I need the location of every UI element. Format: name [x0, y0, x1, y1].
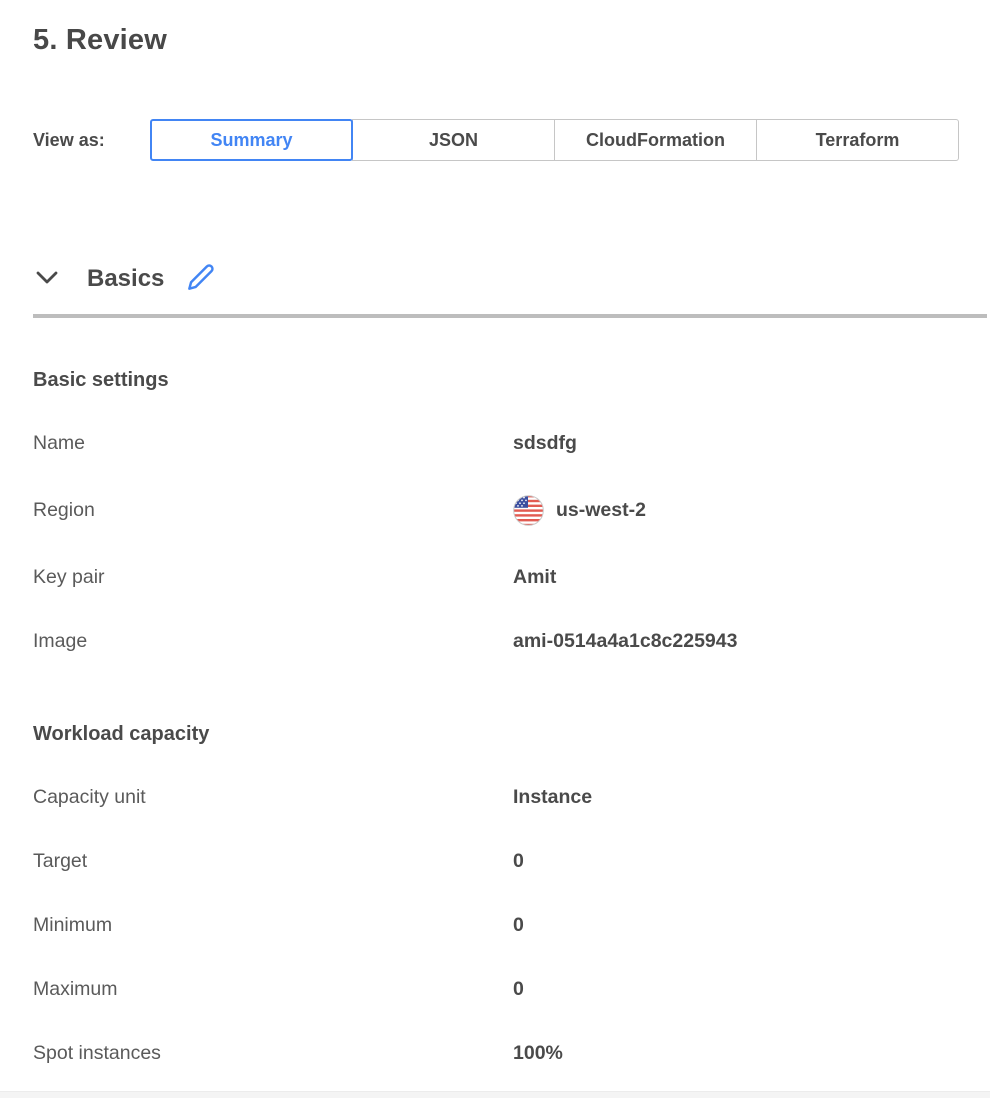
next-section-divider	[0, 1091, 990, 1098]
group-title-basic-settings: Basic settings	[33, 369, 990, 392]
row-minimum: Minimum 0	[33, 913, 990, 938]
row-image: Image ami-0514a4a1c8c225943	[33, 629, 990, 654]
row-value: sdsdfg	[513, 432, 577, 455]
row-value: Amit	[513, 566, 556, 589]
row-region: Region	[33, 495, 990, 526]
basics-section-header: Basics	[33, 261, 990, 297]
basics-section-title: Basics	[87, 265, 164, 293]
row-target: Target 0	[33, 849, 990, 874]
row-value: Instance	[513, 786, 592, 809]
row-value: 0	[513, 978, 524, 1001]
edit-pencil-icon	[187, 263, 215, 296]
row-label: Key pair	[33, 566, 513, 589]
row-label: Image	[33, 630, 513, 653]
row-label: Name	[33, 432, 513, 455]
row-label: Minimum	[33, 914, 513, 937]
basics-edit-button[interactable]	[186, 264, 216, 294]
region-value: us-west-2	[556, 499, 646, 522]
chevron-down-icon	[34, 265, 60, 294]
view-as-label: View as:	[33, 130, 150, 151]
row-label: Region	[33, 499, 513, 522]
row-value: ami-0514a4a1c8c225943	[513, 630, 737, 653]
row-maximum: Maximum 0	[33, 977, 990, 1002]
row-name: Name sdsdfg	[33, 431, 990, 456]
row-label: Maximum	[33, 978, 513, 1001]
review-step-page: 5. Review View as: Summary JSON CloudFor…	[0, 0, 990, 1098]
basics-collapse-toggle[interactable]	[33, 265, 61, 293]
us-flag-icon	[513, 495, 544, 526]
row-label: Capacity unit	[33, 786, 513, 809]
row-spot-instances: Spot instances 100%	[33, 1041, 990, 1066]
group-title-workload-capacity: Workload capacity	[33, 723, 990, 746]
tab-cloudformation[interactable]: CloudFormation	[554, 119, 757, 161]
tab-json[interactable]: JSON	[352, 119, 555, 161]
row-value: us-west-2	[513, 495, 646, 526]
row-label: Spot instances	[33, 1042, 513, 1065]
tab-summary[interactable]: Summary	[150, 119, 353, 161]
view-as-row: View as: Summary JSON CloudFormation Ter…	[33, 119, 990, 161]
row-capacity-unit: Capacity unit Instance	[33, 785, 990, 810]
row-value: 0	[513, 850, 524, 873]
row-value: 100%	[513, 1042, 563, 1065]
row-value: 0	[513, 914, 524, 937]
section-divider	[33, 314, 987, 318]
view-as-tab-group: Summary JSON CloudFormation Terraform	[150, 119, 959, 161]
row-key-pair: Key pair Amit	[33, 565, 990, 590]
row-label: Target	[33, 850, 513, 873]
page-title: 5. Review	[33, 0, 990, 57]
tab-terraform[interactable]: Terraform	[756, 119, 959, 161]
